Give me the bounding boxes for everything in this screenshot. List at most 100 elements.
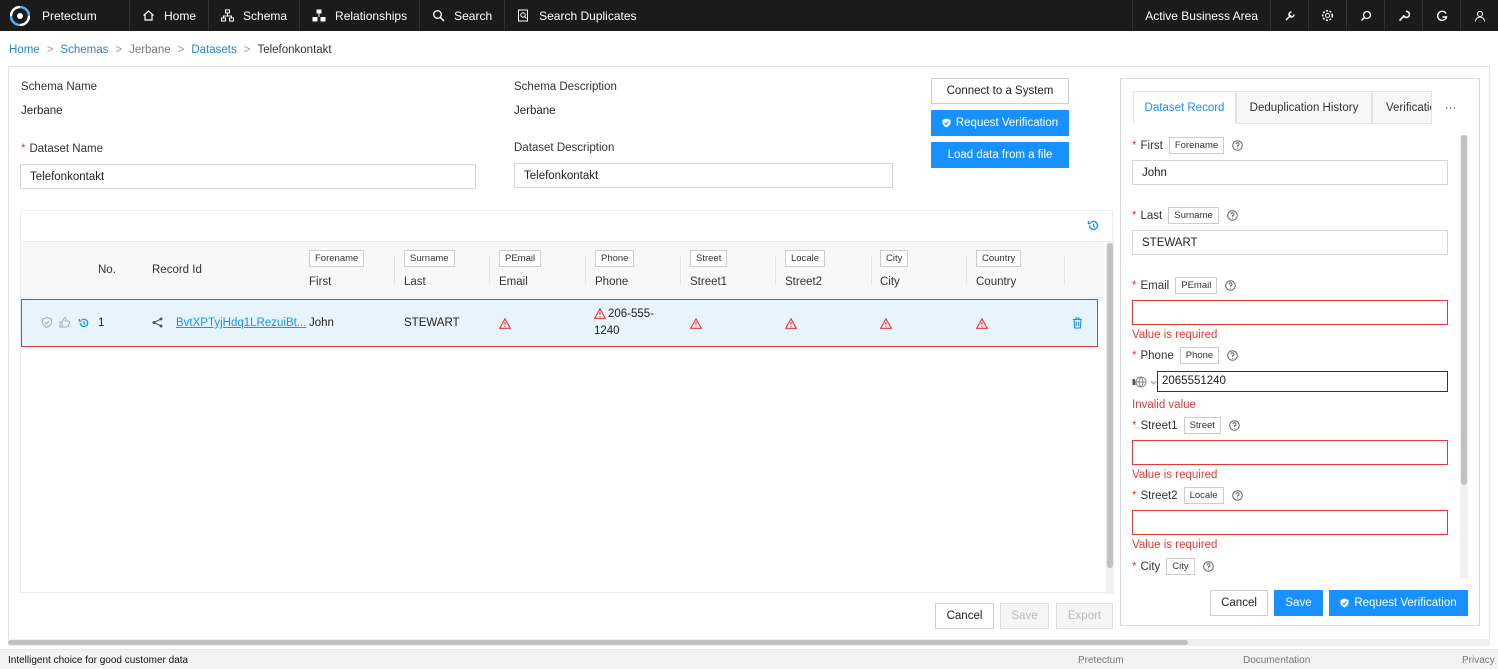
field-last-input[interactable]: STEWART (1132, 230, 1448, 255)
footer-link-documentation[interactable]: Documentation (1243, 655, 1310, 666)
page-horizontal-scrollbar-thumb[interactable] (8, 640, 1188, 645)
breadcrumb-datasets[interactable]: Datasets (191, 44, 236, 56)
cell-first[interactable]: John (309, 317, 334, 329)
nav-schema[interactable]: Schema (209, 0, 301, 31)
schema-name-value: Jerbane (21, 105, 63, 117)
magnifier-icon (1360, 10, 1371, 21)
cancel-button[interactable]: Cancel (935, 603, 994, 629)
column-tag-locale: Locale (785, 250, 825, 267)
tabs-more-button[interactable]: ··· (1432, 91, 1469, 124)
help-icon[interactable] (1229, 420, 1240, 431)
warning-icon (594, 308, 606, 319)
nav-home[interactable]: Home (130, 0, 210, 31)
page-horizontal-scrollbar[interactable] (8, 639, 1490, 646)
record-form-scrollbar[interactable] (1460, 135, 1468, 579)
history-icon[interactable] (78, 317, 90, 329)
panel-request-verification-label: Request Verification (1354, 597, 1457, 609)
field-label-text: Email (1140, 279, 1170, 292)
field-street1-label: * Street1 Street (1132, 417, 1240, 434)
field-email-label: * Email PEmail (1132, 277, 1237, 294)
field-tag: PEmail (1175, 277, 1218, 294)
field-street1-error: Value is required (1132, 469, 1218, 481)
column-header-country[interactable]: Country (976, 276, 1016, 288)
tab-deduplication-history[interactable]: Deduplication History (1236, 91, 1372, 124)
help-icon[interactable] (1232, 140, 1243, 151)
load-data-file-button[interactable]: Load data from a file (931, 142, 1069, 168)
footer-link-privacy[interactable]: Privacy (1462, 655, 1495, 666)
phone-country-select[interactable] (1132, 376, 1157, 388)
grid-vertical-scrollbar[interactable] (1106, 241, 1114, 594)
search-icon (433, 10, 445, 22)
column-header-phone[interactable]: Phone (595, 276, 628, 288)
panel-cancel-button[interactable]: Cancel (1210, 590, 1268, 616)
settings-button[interactable] (1308, 0, 1346, 31)
refresh-button[interactable] (1422, 0, 1460, 31)
request-verification-button[interactable]: Request Verification (931, 110, 1069, 136)
warning-icon (976, 318, 988, 329)
field-first-input[interactable]: John (1132, 160, 1448, 185)
active-business-area[interactable]: Active Business Area (1132, 0, 1270, 31)
trash-icon[interactable] (1072, 317, 1083, 329)
help-icon[interactable] (1225, 280, 1237, 291)
field-email-input[interactable] (1132, 300, 1448, 325)
field-street1-input[interactable] (1132, 440, 1448, 465)
user-profile-button[interactable] (1460, 0, 1498, 31)
cell-phone-line1[interactable]: 206-555- (608, 308, 654, 320)
nav-relationships[interactable]: Relationships (300, 0, 421, 31)
column-tag-pemail: PEmail (499, 250, 542, 267)
help-icon[interactable] (1227, 350, 1239, 361)
field-street2-input[interactable] (1132, 510, 1448, 535)
export-button[interactable]: Export (1056, 603, 1113, 629)
panel-save-button[interactable]: Save (1274, 590, 1323, 616)
grid-vertical-scrollbar-thumb[interactable] (1107, 243, 1113, 568)
record-id-link[interactable]: BvtXPTyjHdq1LRezuiBt... (176, 317, 306, 329)
column-header-email[interactable]: Email (499, 276, 528, 288)
cell-phone-line2[interactable]: 1240 (594, 325, 620, 337)
connect-system-button[interactable]: Connect to a System (931, 78, 1069, 104)
help-icon[interactable] (1231, 490, 1243, 501)
breadcrumb-schema: Jerbane (129, 44, 171, 56)
column-header-first[interactable]: First (309, 276, 331, 288)
dataset-name-label-text: Dataset Name (29, 143, 103, 155)
help-icon[interactable] (1226, 210, 1238, 221)
tools-button[interactable] (1270, 0, 1308, 31)
spanner-icon (1398, 10, 1410, 21)
panel-cancel-label: Cancel (1221, 597, 1257, 609)
history-icon[interactable] (1087, 219, 1100, 232)
record-form-scrollbar-thumb[interactable] (1461, 135, 1467, 485)
dataset-name-input[interactable]: Telefonkontakt (20, 164, 476, 189)
admin-tools-button[interactable] (1384, 0, 1422, 31)
wrench-icon (1284, 10, 1295, 21)
column-header-last[interactable]: Last (404, 276, 426, 288)
required-mark: * (1132, 349, 1137, 362)
search-tool-button[interactable] (1346, 0, 1384, 31)
cell-last[interactable]: STEWART (404, 317, 460, 329)
nav-search-duplicates[interactable]: Search Duplicates (505, 0, 648, 31)
field-tag: Forename (1168, 137, 1225, 154)
save-label: Save (1011, 610, 1038, 622)
column-header-street2[interactable]: Street2 (785, 276, 822, 288)
load-data-file-label: Load data from a file (947, 149, 1053, 161)
breadcrumb-schemas[interactable]: Schemas (60, 44, 108, 56)
shield-icon[interactable] (42, 317, 52, 328)
breadcrumb-home[interactable]: Home (9, 44, 40, 56)
field-phone-input[interactable]: 2065551240 (1157, 371, 1448, 392)
column-header-street1[interactable]: Street1 (690, 276, 727, 288)
save-button[interactable]: Save (1000, 603, 1049, 629)
tab-dataset-record[interactable]: Dataset Record (1133, 91, 1236, 124)
panel-request-verification-button[interactable]: Request Verification (1329, 590, 1468, 616)
dataset-description-input[interactable]: Telefonkontakt (514, 163, 893, 188)
export-label: Export (1067, 610, 1102, 622)
brand[interactable]: Pretectum (0, 0, 130, 31)
search-duplicates-icon (518, 9, 529, 22)
nav-search[interactable]: Search (420, 0, 506, 31)
column-tag-forename: Forename (309, 250, 365, 267)
column-tag-phone: Phone (595, 250, 635, 267)
column-header-city[interactable]: City (880, 276, 900, 288)
help-icon[interactable] (1202, 561, 1214, 572)
tab-verification[interactable]: Verification (1372, 91, 1432, 124)
footer-link-pretectum[interactable]: Pretectum (1078, 655, 1124, 666)
share-icon[interactable] (152, 317, 163, 328)
table-row[interactable]: 1 BvtXPTyjHdq1LRezuiBt... John STEWART 2… (21, 299, 1098, 347)
thumbs-up-icon[interactable] (59, 317, 70, 328)
